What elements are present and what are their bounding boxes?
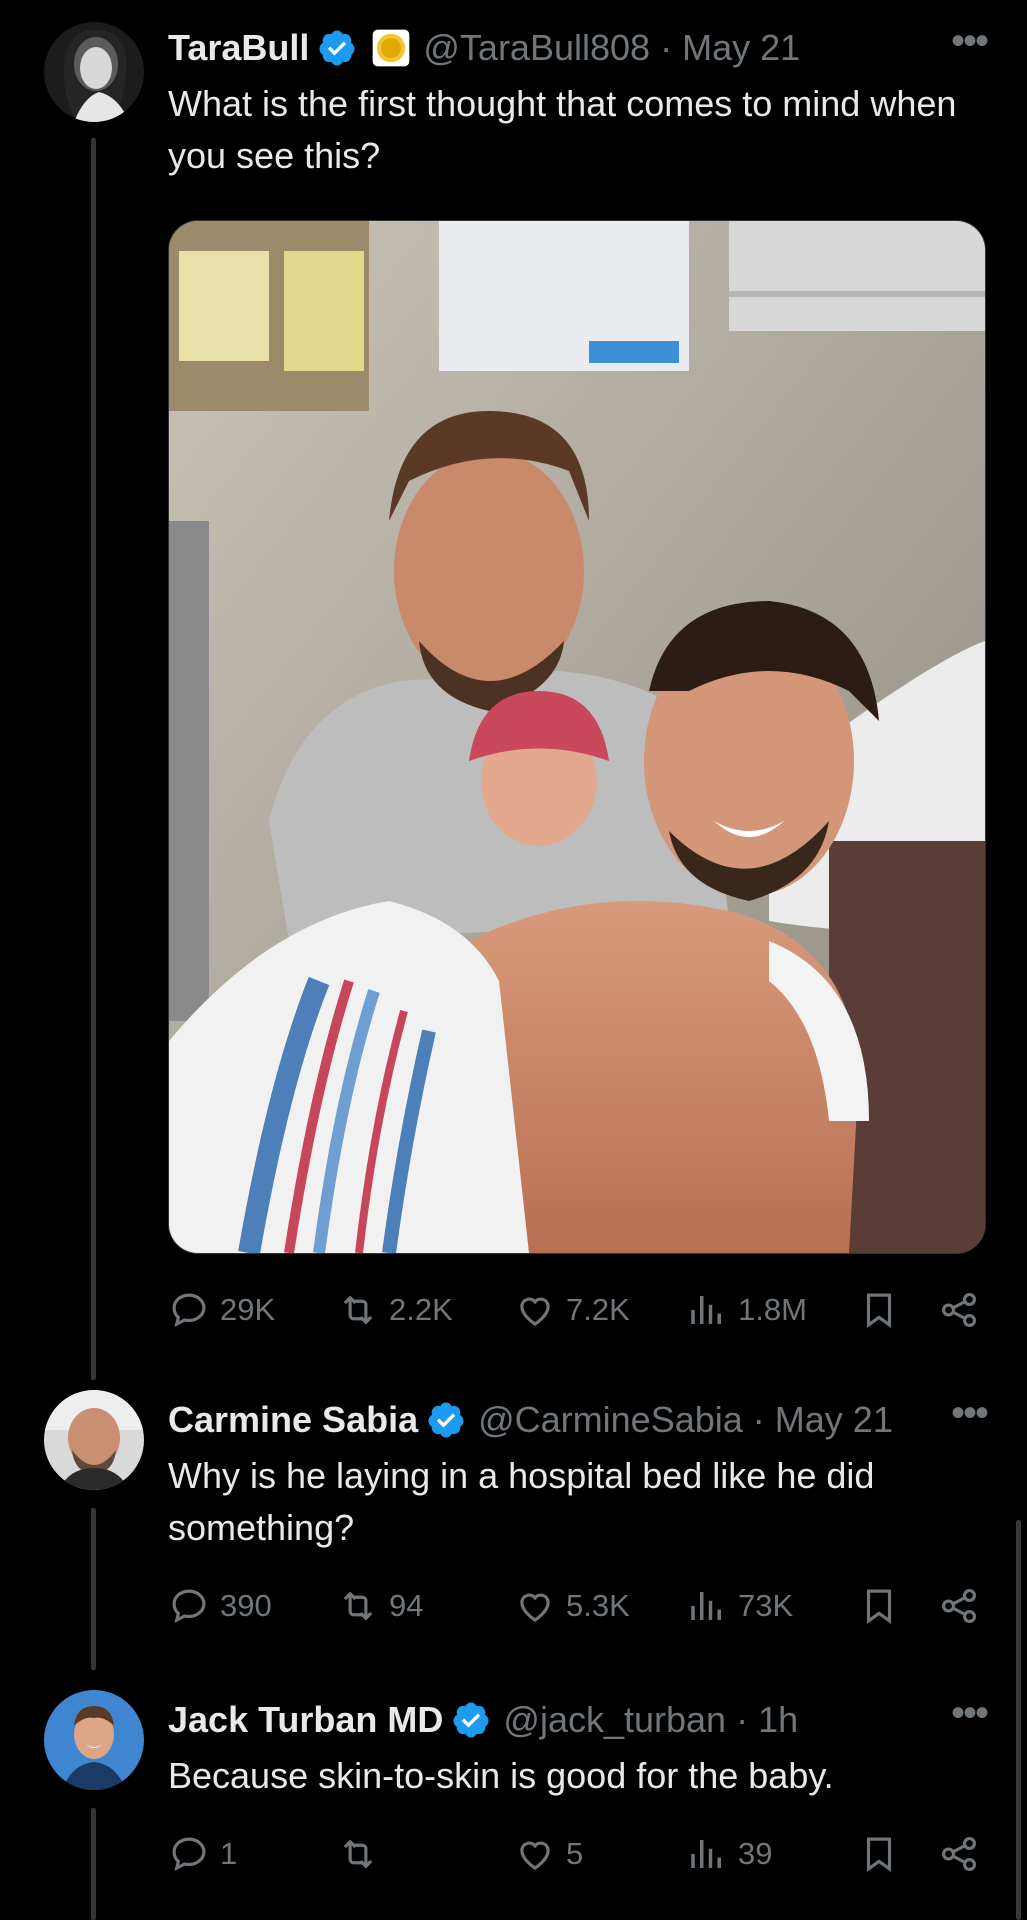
views-count: 1.8M: [738, 1292, 807, 1327]
share-button[interactable]: [938, 1833, 980, 1875]
avatar-tarabull[interactable]: [44, 22, 144, 122]
bookmark-button[interactable]: [858, 1289, 900, 1331]
handle-text: @TaraBull808: [423, 27, 651, 68]
tweet-text: What is the first thought that comes to …: [168, 83, 957, 176]
retweet-count: 94: [389, 1588, 424, 1623]
views-button[interactable]: 1.8M: [686, 1289, 807, 1331]
share-button[interactable]: [938, 1289, 980, 1331]
timestamp[interactable]: May 21: [682, 27, 800, 68]
share-icon: [942, 1293, 976, 1327]
like-count: 5: [566, 1836, 584, 1871]
verified-badge-icon: [428, 1402, 464, 1438]
tweet-content: Jack Turban MD @jack_turban · 1h ••• Bec…: [168, 1693, 989, 1802]
bookmark-button[interactable]: [858, 1833, 900, 1875]
verified-badge-icon: [319, 30, 355, 66]
tweet-header: Carmine Sabia @CarmineSabia · May 21 •••: [168, 1393, 989, 1442]
tweet-media-photo[interactable]: [168, 220, 986, 1254]
gold-badge-icon: [373, 29, 410, 67]
more-options-button[interactable]: •••: [951, 21, 989, 61]
retweet-count: 2.2K: [389, 1292, 453, 1327]
like-count: 7.2K: [566, 1292, 630, 1327]
tweet-1[interactable]: TaraBull @TaraBull808 · May 21 ••• What …: [0, 0, 1027, 1390]
author-name[interactable]: Jack Turban MD: [168, 1699, 443, 1741]
reply-button[interactable]: 29K: [168, 1289, 275, 1331]
views-icon: [691, 1840, 721, 1868]
bookmark-icon: [866, 1837, 892, 1872]
views-icon: [691, 1296, 721, 1324]
verified-badge-icon: [453, 1702, 489, 1738]
share-icon: [942, 1589, 976, 1623]
separator: ·: [660, 27, 673, 68]
author-name[interactable]: Carmine Sabia: [168, 1399, 418, 1441]
tweet-header: TaraBull @TaraBull808 · May 21 •••: [168, 21, 989, 70]
share-icon: [942, 1837, 976, 1871]
retweet-icon: [343, 1839, 373, 1869]
author-handle[interactable]: @jack_turban · 1h: [503, 1699, 798, 1741]
reply-count: 390: [220, 1588, 272, 1623]
tweet-2[interactable]: Carmine Sabia @CarmineSabia · May 21 •••…: [0, 1390, 1027, 1680]
handle-text: @CarmineSabia: [478, 1399, 743, 1440]
author-handle[interactable]: @CarmineSabia · May 21: [478, 1399, 893, 1441]
action-bar: 1 5 39: [0, 1830, 1027, 1878]
tweet-3[interactable]: Jack Turban MD @jack_turban · 1h ••• Bec…: [0, 1690, 1027, 1920]
reply-button[interactable]: 390: [168, 1585, 272, 1627]
retweet-button[interactable]: [337, 1833, 389, 1875]
retweet-icon: [343, 1591, 373, 1621]
tweet-header: Jack Turban MD @jack_turban · 1h •••: [168, 1693, 989, 1742]
tweet-text: Why is he laying in a hospital bed like …: [168, 1455, 875, 1548]
avatar-jack-turban[interactable]: [44, 1690, 144, 1790]
reply-icon: [172, 1589, 206, 1623]
retweet-button[interactable]: 94: [337, 1585, 423, 1627]
action-bar: 390 94 5.3K 73K: [0, 1582, 1027, 1630]
share-button[interactable]: [938, 1585, 980, 1627]
handle-text: @jack_turban: [503, 1699, 727, 1740]
thread-line: [91, 138, 96, 1380]
separator: ·: [736, 1699, 749, 1740]
reply-count: 29K: [220, 1292, 276, 1327]
retweet-button[interactable]: 2.2K: [337, 1289, 453, 1331]
bookmark-button[interactable]: [858, 1585, 900, 1627]
like-icon: [520, 1841, 550, 1870]
more-options-button[interactable]: •••: [951, 1393, 989, 1433]
views-icon: [691, 1592, 721, 1620]
avatar-carmine[interactable]: [44, 1390, 144, 1490]
scrollbar[interactable]: [1016, 1520, 1021, 1920]
bookmark-icon: [866, 1293, 892, 1328]
reply-icon: [172, 1837, 206, 1871]
timestamp[interactable]: May 21: [775, 1399, 893, 1440]
author-name[interactable]: TaraBull: [168, 27, 309, 69]
like-icon: [520, 1593, 550, 1622]
tweet-content: TaraBull @TaraBull808 · May 21 ••• What …: [168, 21, 989, 182]
reply-count: 1: [220, 1836, 238, 1871]
like-button[interactable]: 5.3K: [514, 1585, 630, 1627]
views-count: 39: [738, 1836, 773, 1871]
author-handle[interactable]: @TaraBull808 · May 21: [423, 27, 800, 69]
tweet-text: Because skin-to-skin is good for the bab…: [168, 1755, 834, 1796]
views-button[interactable]: 73K: [686, 1585, 793, 1627]
action-bar: 29K 2.2K 7.2K 1.8M: [0, 1286, 1027, 1334]
timestamp[interactable]: 1h: [758, 1699, 798, 1740]
like-icon: [520, 1297, 550, 1326]
like-count: 5.3K: [566, 1588, 630, 1623]
reply-button[interactable]: 1: [168, 1833, 237, 1875]
views-count: 73K: [738, 1588, 794, 1623]
like-button[interactable]: 5: [514, 1833, 583, 1875]
more-options-button[interactable]: •••: [951, 1693, 989, 1733]
tweet-content: Carmine Sabia @CarmineSabia · May 21 •••…: [168, 1393, 989, 1554]
bookmark-icon: [866, 1589, 892, 1624]
like-button[interactable]: 7.2K: [514, 1289, 630, 1331]
retweet-icon: [343, 1295, 373, 1325]
separator: ·: [752, 1399, 765, 1440]
views-button[interactable]: 39: [686, 1833, 772, 1875]
reply-icon: [172, 1293, 206, 1327]
